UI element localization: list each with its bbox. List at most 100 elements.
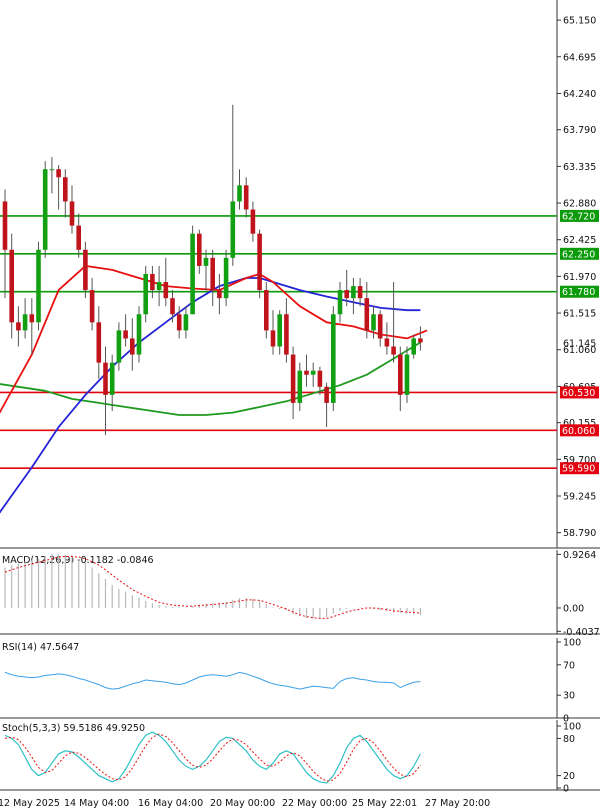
macd-tick-label: -0.4037 — [563, 627, 600, 638]
candle-body — [103, 362, 108, 395]
candle-body — [49, 169, 55, 171]
candle-body — [257, 233, 262, 291]
time-axis-label: 16 May 04:00 — [138, 798, 203, 809]
candle-body — [130, 338, 135, 355]
candle-body — [317, 370, 323, 387]
candle-body — [237, 185, 242, 202]
stoch-panel: Stoch(5,3,3) 59.5186 49.9250 10080 20 0 — [0, 720, 600, 795]
candle-body — [83, 249, 88, 291]
candle-body — [22, 314, 28, 331]
candle-body — [150, 273, 155, 291]
price-tick-label: 59.245 — [563, 492, 596, 503]
candle-body — [217, 290, 222, 299]
price-tick-label: 61.515 — [563, 309, 596, 320]
candle-body — [76, 225, 81, 250]
time-axis: 12 May 2025 14 May 04:00 16 May 04:00 20 Ma… — [0, 798, 490, 809]
candle-body — [96, 322, 102, 363]
candle-body — [42, 169, 48, 250]
candle-body — [136, 314, 142, 355]
candle-body — [109, 362, 115, 395]
candle-body — [270, 330, 276, 347]
candle-body — [297, 370, 303, 403]
time-axis-label: 20 May 00:00 — [210, 798, 275, 809]
price-tick-label: 64.240 — [563, 89, 596, 100]
level-label: 62.250 — [562, 249, 595, 260]
candle-body — [183, 314, 189, 331]
rsi-header: RSI(14) 47.5647 — [2, 642, 79, 653]
candle-body — [331, 314, 336, 403]
price-tick-label: 61.970 — [563, 272, 596, 283]
candle-body — [89, 290, 95, 323]
candle-body — [243, 185, 249, 210]
candle-body — [190, 233, 195, 315]
candle-body — [170, 298, 175, 315]
candle-body — [277, 314, 282, 347]
macd-panel: MACD(12,26,9) -0.1182 -0.0846 0.92640.00-… — [0, 550, 600, 638]
candle-body — [384, 338, 390, 347]
stoch-tick-label: 0 — [563, 784, 569, 795]
price-tick-label: 62.880 — [563, 199, 596, 210]
candle-body — [264, 290, 269, 331]
candle-body — [176, 314, 182, 331]
last-price-label: 61.145 — [563, 338, 596, 349]
price-tick-label: 58.790 — [563, 528, 596, 539]
time-axis-label: 22 May 00:00 — [282, 798, 347, 809]
candle-body — [210, 257, 215, 291]
candle-body — [69, 201, 75, 226]
candle-body — [9, 249, 14, 323]
candle-body — [123, 330, 128, 339]
stoch-d-line — [4, 733, 421, 782]
time-axis-label: 25 May 22:01 — [352, 798, 417, 809]
stoch-tick-label: 80 — [563, 734, 575, 745]
stoch-k-line — [4, 731, 421, 784]
candle-body — [377, 314, 383, 339]
candle-body — [418, 338, 423, 343]
candle-body — [310, 370, 316, 375]
rsi-tick-label: 100 — [563, 638, 581, 649]
candle-body — [304, 370, 309, 375]
price-tick-label: 64.695 — [563, 52, 596, 63]
candle-body — [398, 354, 403, 395]
level-label: 61.780 — [562, 287, 595, 298]
candle-body — [250, 209, 256, 234]
level-label: 60.530 — [562, 388, 595, 399]
candle-body — [203, 257, 209, 266]
candle-body — [163, 282, 169, 299]
price-tick-label: 65.150 — [563, 16, 596, 27]
candle-body — [56, 169, 61, 178]
level-label: 60.060 — [562, 426, 595, 437]
candle-body — [2, 201, 8, 250]
rsi-tick-label: 30 — [563, 691, 575, 702]
candle-body — [344, 290, 349, 299]
rsi-tick-label: 70 — [563, 660, 575, 671]
candle-body — [357, 286, 363, 299]
candle-body — [391, 346, 396, 355]
candle-body — [411, 338, 416, 355]
time-axis-label: 12 May 2025 — [0, 798, 60, 809]
candle-body — [371, 314, 376, 331]
candle-body — [197, 233, 202, 266]
rsi-panel: RSI(14) 47.5647 10070300 — [0, 638, 600, 725]
time-axis-label: 14 May 04:00 — [64, 798, 129, 809]
candle-body — [116, 330, 122, 363]
candle-body — [324, 386, 329, 403]
price-panel: 65.150 64.695 64.240 63.790 63.335 62.880 62.4… — [0, 0, 600, 549]
candle-body — [16, 322, 21, 331]
candle-body — [230, 201, 236, 258]
candle-body — [351, 286, 356, 299]
candle-body — [284, 314, 289, 355]
time-axis-label: 27 May 20:00 — [425, 798, 490, 809]
candle-body — [36, 249, 41, 323]
candle-body — [156, 282, 162, 291]
candle-body — [337, 290, 343, 315]
candle-body — [364, 298, 370, 331]
candle-body — [63, 177, 68, 202]
trading-chart: 65.150 64.695 64.240 63.790 63.335 62.880 62.4… — [0, 0, 600, 809]
stoch-tick-label: 100 — [563, 722, 581, 733]
stoch-header: Stoch(5,3,3) 59.5186 49.9250 — [2, 723, 145, 734]
price-tick-label: 62.425 — [563, 235, 596, 246]
rsi-line — [4, 671, 421, 690]
macd-tick-label: 0.00 — [563, 603, 584, 614]
price-tick-label: 63.790 — [563, 125, 596, 136]
candle-body — [290, 354, 296, 403]
